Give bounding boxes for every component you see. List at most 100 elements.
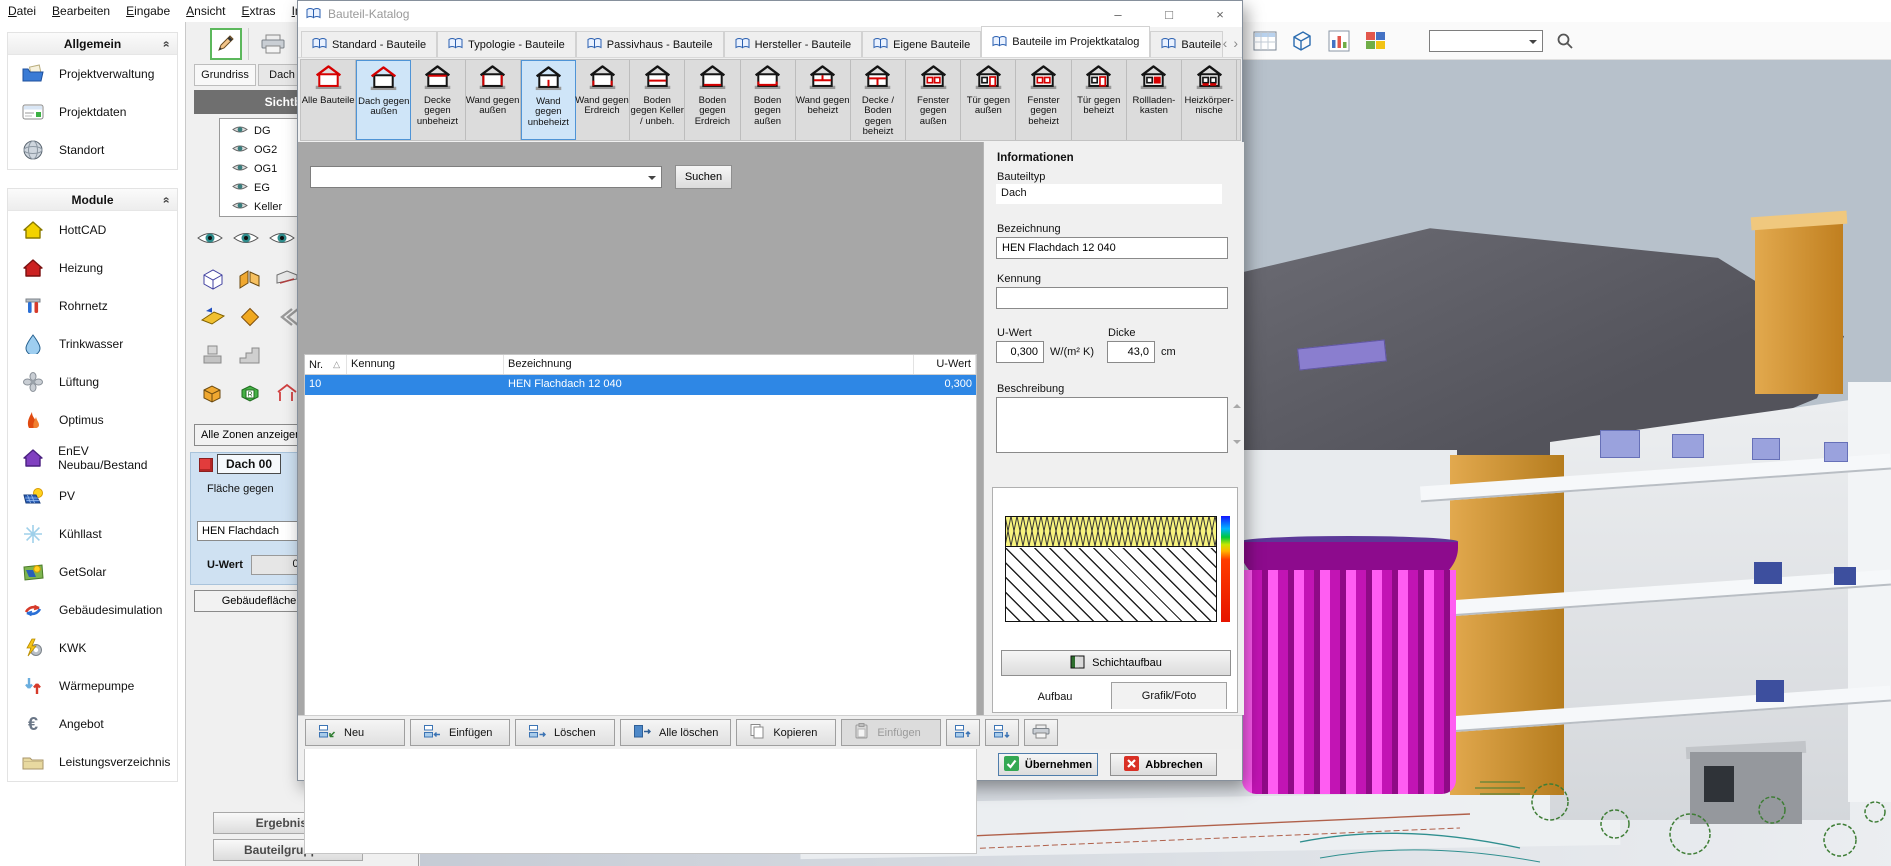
cube-3d-icon-button[interactable] bbox=[1287, 26, 1317, 56]
row-delete-button[interactable]: Löschen bbox=[515, 719, 615, 746]
menu-bearbeiten[interactable]: Bearbeiten bbox=[44, 0, 118, 22]
tab-grafik-foto[interactable]: Grafik/Foto bbox=[1111, 682, 1227, 709]
category-boden-gegen-erdreich[interactable]: Boden gegen Erdreich bbox=[685, 60, 740, 140]
table-row[interactable]: 10 HEN Flachdach 12 040 0,300 bbox=[305, 375, 976, 395]
section-header-allgemein[interactable]: Allgemein » bbox=[8, 33, 177, 55]
view-combobox[interactable] bbox=[1429, 30, 1543, 52]
uwert-input[interactable] bbox=[996, 341, 1044, 363]
roof-slab-tool-icon[interactable] bbox=[196, 300, 230, 334]
category-t-r-gegen-au-en[interactable]: Tür gegen außen bbox=[961, 60, 1016, 140]
category-wand-gegen-beheizt[interactable]: Wand gegen beheizt bbox=[796, 60, 851, 140]
sidebar-item-l-ftung[interactable]: Lüftung bbox=[8, 363, 177, 401]
table-view-icon-button[interactable] bbox=[1250, 26, 1280, 56]
menu-eingabe[interactable]: Eingabe bbox=[118, 0, 178, 22]
search-button[interactable]: Suchen bbox=[675, 165, 732, 189]
category-decke-gegen-unbeheizt[interactable]: Decke gegen unbeheizt bbox=[410, 60, 465, 140]
walls-tool-icon[interactable] bbox=[233, 262, 267, 296]
stairs-tool-icon[interactable] bbox=[233, 338, 267, 372]
eye-icon[interactable] bbox=[196, 228, 224, 251]
dialog-tab-bauteile-d[interactable]: Bauteile d bbox=[1150, 31, 1222, 57]
sidebar-item-standort[interactable]: Standort bbox=[8, 131, 177, 169]
dialog-tab-bauteile-im-projektkatalog[interactable]: Bauteile im Projektkatalog bbox=[981, 26, 1150, 57]
minimize-button[interactable]: – bbox=[1096, 1, 1140, 27]
close-button[interactable]: × bbox=[1198, 1, 1242, 27]
rows-delete-all-button[interactable]: Alle löschen bbox=[620, 719, 731, 746]
magnifier-icon-button[interactable] bbox=[1550, 26, 1580, 56]
sidebar-item-trinkwasser[interactable]: Trinkwasser bbox=[8, 325, 177, 363]
sidebar-item-optimus[interactable]: Optimus bbox=[8, 401, 177, 439]
category-rollladen-kasten[interactable]: Rollladen-kasten bbox=[1127, 60, 1182, 140]
sidebar-item-projektdaten[interactable]: Projektdaten bbox=[8, 93, 177, 131]
column-kennung[interactable]: Kennung bbox=[347, 355, 504, 374]
dialog-tab-standard-bauteile[interactable]: Standard - Bauteile bbox=[301, 31, 437, 57]
apply-button[interactable]: Übernehmen bbox=[998, 753, 1098, 776]
category-dach-gegen-au-en[interactable]: Dach gegen außen bbox=[356, 60, 411, 140]
menu-extras[interactable]: Extras bbox=[234, 0, 284, 22]
category-wand-gegen-unbeheizt[interactable]: Wand gegen unbeheizt bbox=[521, 60, 576, 140]
component-input[interactable] bbox=[197, 521, 305, 541]
tab-aufbau[interactable]: Aufbau bbox=[1001, 685, 1109, 709]
category-decke-boden-gegen-beheizt[interactable]: Decke / Boden gegen beheizt bbox=[851, 60, 906, 140]
sidebar-item-w-rmepumpe[interactable]: Wärmepumpe bbox=[8, 667, 177, 705]
eye-icon[interactable] bbox=[232, 228, 260, 251]
category-boden-gegen-au-en[interactable]: Boden gegen außen bbox=[741, 60, 796, 140]
row-insert-button[interactable]: Einfügen bbox=[410, 719, 510, 746]
column-bezeichnung[interactable]: Bezeichnung bbox=[504, 355, 914, 374]
dialog-tab-eigene-bauteile[interactable]: Eigene Bauteile bbox=[862, 31, 981, 57]
column-nr[interactable]: Nr.△ bbox=[305, 355, 347, 374]
row-move-up-button[interactable] bbox=[946, 719, 980, 746]
row-new-button[interactable]: Neu bbox=[305, 719, 405, 746]
render-colors-icon-button[interactable] bbox=[1361, 26, 1391, 56]
sidebar-item-kwk[interactable]: KWK bbox=[8, 629, 177, 667]
copy-button[interactable]: Kopieren bbox=[736, 719, 836, 746]
category-alle-bauteile[interactable]: Alle Bauteile bbox=[301, 60, 356, 140]
category-fenster-gegen-beheizt[interactable]: Fenster gegen beheizt bbox=[1016, 60, 1071, 140]
bezeichnung-input[interactable] bbox=[996, 237, 1228, 259]
chart-icon-button[interactable] bbox=[1324, 26, 1354, 56]
collapse-icon[interactable]: » bbox=[159, 40, 173, 47]
paste-button[interactable]: Einfügen bbox=[841, 719, 941, 746]
category-t-r-gegen-beheizt[interactable]: Tür gegen beheizt bbox=[1072, 60, 1127, 140]
section-header-module[interactable]: Module » bbox=[8, 189, 177, 211]
collapse-icon[interactable]: » bbox=[159, 196, 173, 203]
sidebar-item-k-hllast[interactable]: Kühllast bbox=[8, 515, 177, 553]
category-boden-gegen-keller-unbeh[interactable]: Boden gegen Keller / unbeh. bbox=[630, 60, 685, 140]
diamond-tool-icon[interactable] bbox=[233, 300, 267, 334]
tab-scroll-left[interactable]: ‹ bbox=[1223, 35, 1228, 51]
view-combo-input[interactable] bbox=[1430, 35, 1529, 47]
cancel-button[interactable]: Abbrechen bbox=[1110, 753, 1217, 776]
menu-ansicht[interactable]: Ansicht bbox=[178, 0, 233, 22]
tab-scroll-right[interactable]: › bbox=[1233, 35, 1238, 51]
schichtaufbau-button[interactable]: Schichtaufbau bbox=[1001, 650, 1231, 676]
category-fenster-gegen-au-en[interactable]: Fenster gegen außen bbox=[906, 60, 961, 140]
dialog-tab-hersteller-bauteile[interactable]: Hersteller - Bauteile bbox=[724, 31, 863, 57]
dicke-input[interactable] bbox=[1107, 341, 1155, 363]
search-input[interactable] bbox=[311, 171, 648, 183]
dialog-titlebar[interactable]: Bauteil-Katalog – □ × bbox=[298, 1, 1242, 27]
scroll-up-icon[interactable] bbox=[1233, 400, 1241, 408]
category-heizk-rper-nische[interactable]: Heizkörper-nische bbox=[1182, 60, 1237, 140]
sidebar-item-projektverwaltung[interactable]: Projektverwaltung bbox=[8, 55, 177, 93]
sidebar-item-enev-neubau-bestand[interactable]: EnEV Neubau/Bestand bbox=[8, 439, 177, 477]
workspace-tab-grundriss[interactable]: Grundriss bbox=[194, 64, 256, 86]
dialog-tab-passivhaus-bauteile[interactable]: Passivhaus - Bauteile bbox=[576, 31, 724, 57]
sidebar-item-pv[interactable]: PV bbox=[8, 477, 177, 515]
category-wand-gegen-au-en[interactable]: Wand gegen außen bbox=[466, 60, 521, 140]
category-wand-gegen-erdreich[interactable]: Wand gegen Erdreich bbox=[575, 60, 630, 140]
row-move-down-button[interactable] bbox=[985, 719, 1019, 746]
menu-datei[interactable]: Datei bbox=[0, 0, 44, 22]
print-button[interactable] bbox=[256, 32, 290, 58]
sidebar-item-hottcad[interactable]: HottCAD bbox=[8, 211, 177, 249]
print-button[interactable] bbox=[1024, 719, 1058, 746]
sidebar-item-angebot[interactable]: € Angebot bbox=[8, 705, 177, 743]
sidebar-item-getsolar[interactable]: GetSolar bbox=[8, 553, 177, 591]
sidebar-item-geb-udesimulation[interactable]: Gebäudesimulation bbox=[8, 591, 177, 629]
selected-element-title[interactable]: Dach 00 bbox=[217, 454, 281, 474]
scroll-down-icon[interactable] bbox=[1233, 440, 1241, 448]
eye-icon[interactable] bbox=[268, 228, 296, 251]
edit-pencil-button[interactable] bbox=[210, 28, 242, 60]
search-combobox[interactable] bbox=[310, 166, 662, 188]
sidebar-item-rohrnetz[interactable]: Rohrnetz bbox=[8, 287, 177, 325]
sidebar-item-heizung[interactable]: Heizung bbox=[8, 249, 177, 287]
room-zone-tool-icon[interactable]: R bbox=[233, 376, 267, 410]
